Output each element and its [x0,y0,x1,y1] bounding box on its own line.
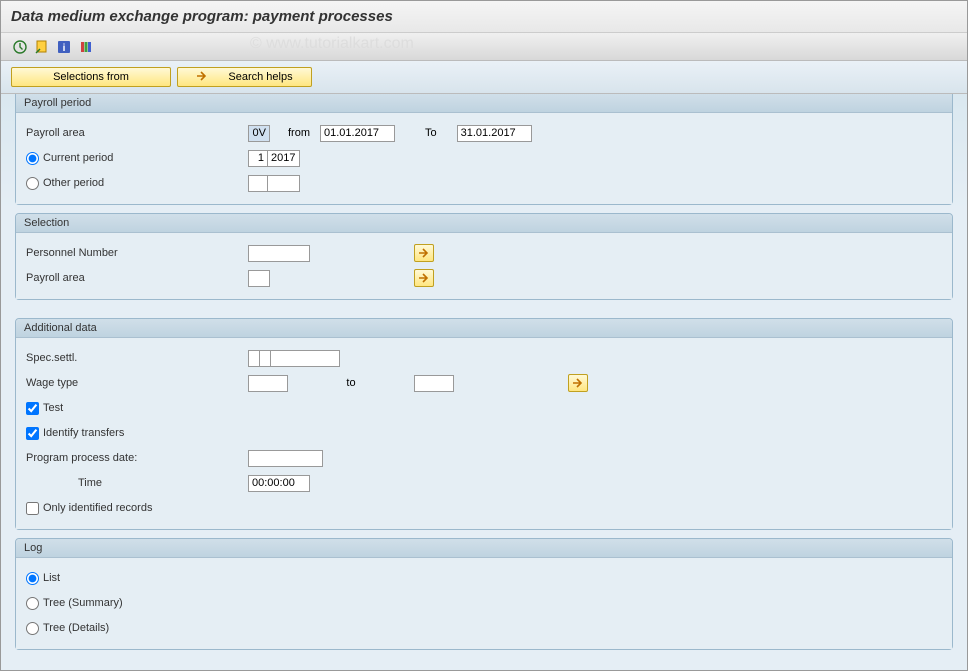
stripes-icon[interactable] [77,38,95,56]
log-header: Log [16,539,952,558]
to-date-field[interactable] [457,125,532,142]
payroll-period-group: Payroll period Payroll area from To Curr… [15,94,953,205]
time-label: Time [26,477,248,489]
payroll-area-label: Payroll area [26,127,248,139]
selection-header: Selection [16,214,952,233]
other-period-radio[interactable] [26,177,39,190]
only-identified-records-checkbox-label[interactable]: Only identified records [26,502,152,515]
current-period-num-field[interactable] [248,150,268,167]
wage-type-to-label: to [288,377,414,389]
payroll-area-field[interactable] [248,125,270,142]
selections-from-label: Selections from [53,71,129,83]
from-label: from [288,127,310,139]
test-checkbox[interactable] [26,402,39,415]
time-field[interactable] [248,475,310,492]
arrow-right-icon [196,71,208,84]
current-period-radio[interactable] [26,152,39,165]
app-toolbar: i [1,33,967,61]
page-title: Data medium exchange program: payment pr… [1,1,967,33]
selections-from-button[interactable]: Selections from [11,67,171,87]
personnel-number-field[interactable] [248,245,310,262]
program-process-date-label: Program process date: [26,452,248,464]
svg-text:i: i [63,43,66,54]
selection-payroll-area-multiple-button[interactable] [414,269,434,287]
log-tree-summary-radio[interactable] [26,597,39,610]
other-period-year-field[interactable] [267,175,300,192]
log-tree-details-radio[interactable] [26,622,39,635]
other-period-num-field[interactable] [248,175,268,192]
identify-transfers-checkbox[interactable] [26,427,39,440]
payroll-period-header: Payroll period [16,94,952,113]
test-text: Test [43,402,63,414]
wage-type-to-field[interactable] [414,375,454,392]
get-variant-icon[interactable] [33,38,51,56]
action-button-row: Selections from Search helps [1,61,967,94]
additional-data-header: Additional data [16,319,952,338]
log-tree-summary-radio-label[interactable]: Tree (Summary) [26,597,123,610]
log-list-radio-label[interactable]: List [26,572,60,585]
spec-settl-label: Spec.settl. [26,352,248,364]
additional-data-group: Additional data Spec.settl. Wage type to [15,318,953,530]
identify-transfers-text: Identify transfers [43,427,124,439]
test-checkbox-label[interactable]: Test [26,402,63,415]
from-date-field[interactable] [320,125,395,142]
other-period-text: Other period [43,177,104,189]
log-tree-summary-text: Tree (Summary) [43,597,123,609]
spec-settl-field-3[interactable] [270,350,340,367]
search-helps-label: Search helps [228,71,292,83]
to-label: To [425,127,437,139]
current-period-text: Current period [43,152,113,164]
only-identified-records-checkbox[interactable] [26,502,39,515]
only-identified-records-text: Only identified records [43,502,152,514]
wage-type-label: Wage type [26,377,248,389]
log-list-radio[interactable] [26,572,39,585]
wage-type-from-field[interactable] [248,375,288,392]
log-tree-details-text: Tree (Details) [43,622,109,634]
search-helps-button[interactable]: Search helps [177,67,312,87]
wage-type-multiple-button[interactable] [568,374,588,392]
selection-payroll-area-field[interactable] [248,270,270,287]
selection-payroll-area-label: Payroll area [26,272,248,284]
current-period-radio-label[interactable]: Current period [26,152,113,165]
log-tree-details-radio-label[interactable]: Tree (Details) [26,622,109,635]
program-process-date-field[interactable] [248,450,323,467]
personnel-number-label: Personnel Number [26,247,248,259]
other-period-radio-label[interactable]: Other period [26,177,104,190]
execute-icon[interactable] [11,38,29,56]
personnel-number-multiple-button[interactable] [414,244,434,262]
log-group: Log List Tree (Summary) [15,538,953,650]
identify-transfers-checkbox-label[interactable]: Identify transfers [26,427,124,440]
info-icon[interactable]: i [55,38,73,56]
current-period-year-field[interactable] [267,150,300,167]
log-list-text: List [43,572,60,584]
selection-group: Selection Personnel Number Payroll area [15,213,953,300]
